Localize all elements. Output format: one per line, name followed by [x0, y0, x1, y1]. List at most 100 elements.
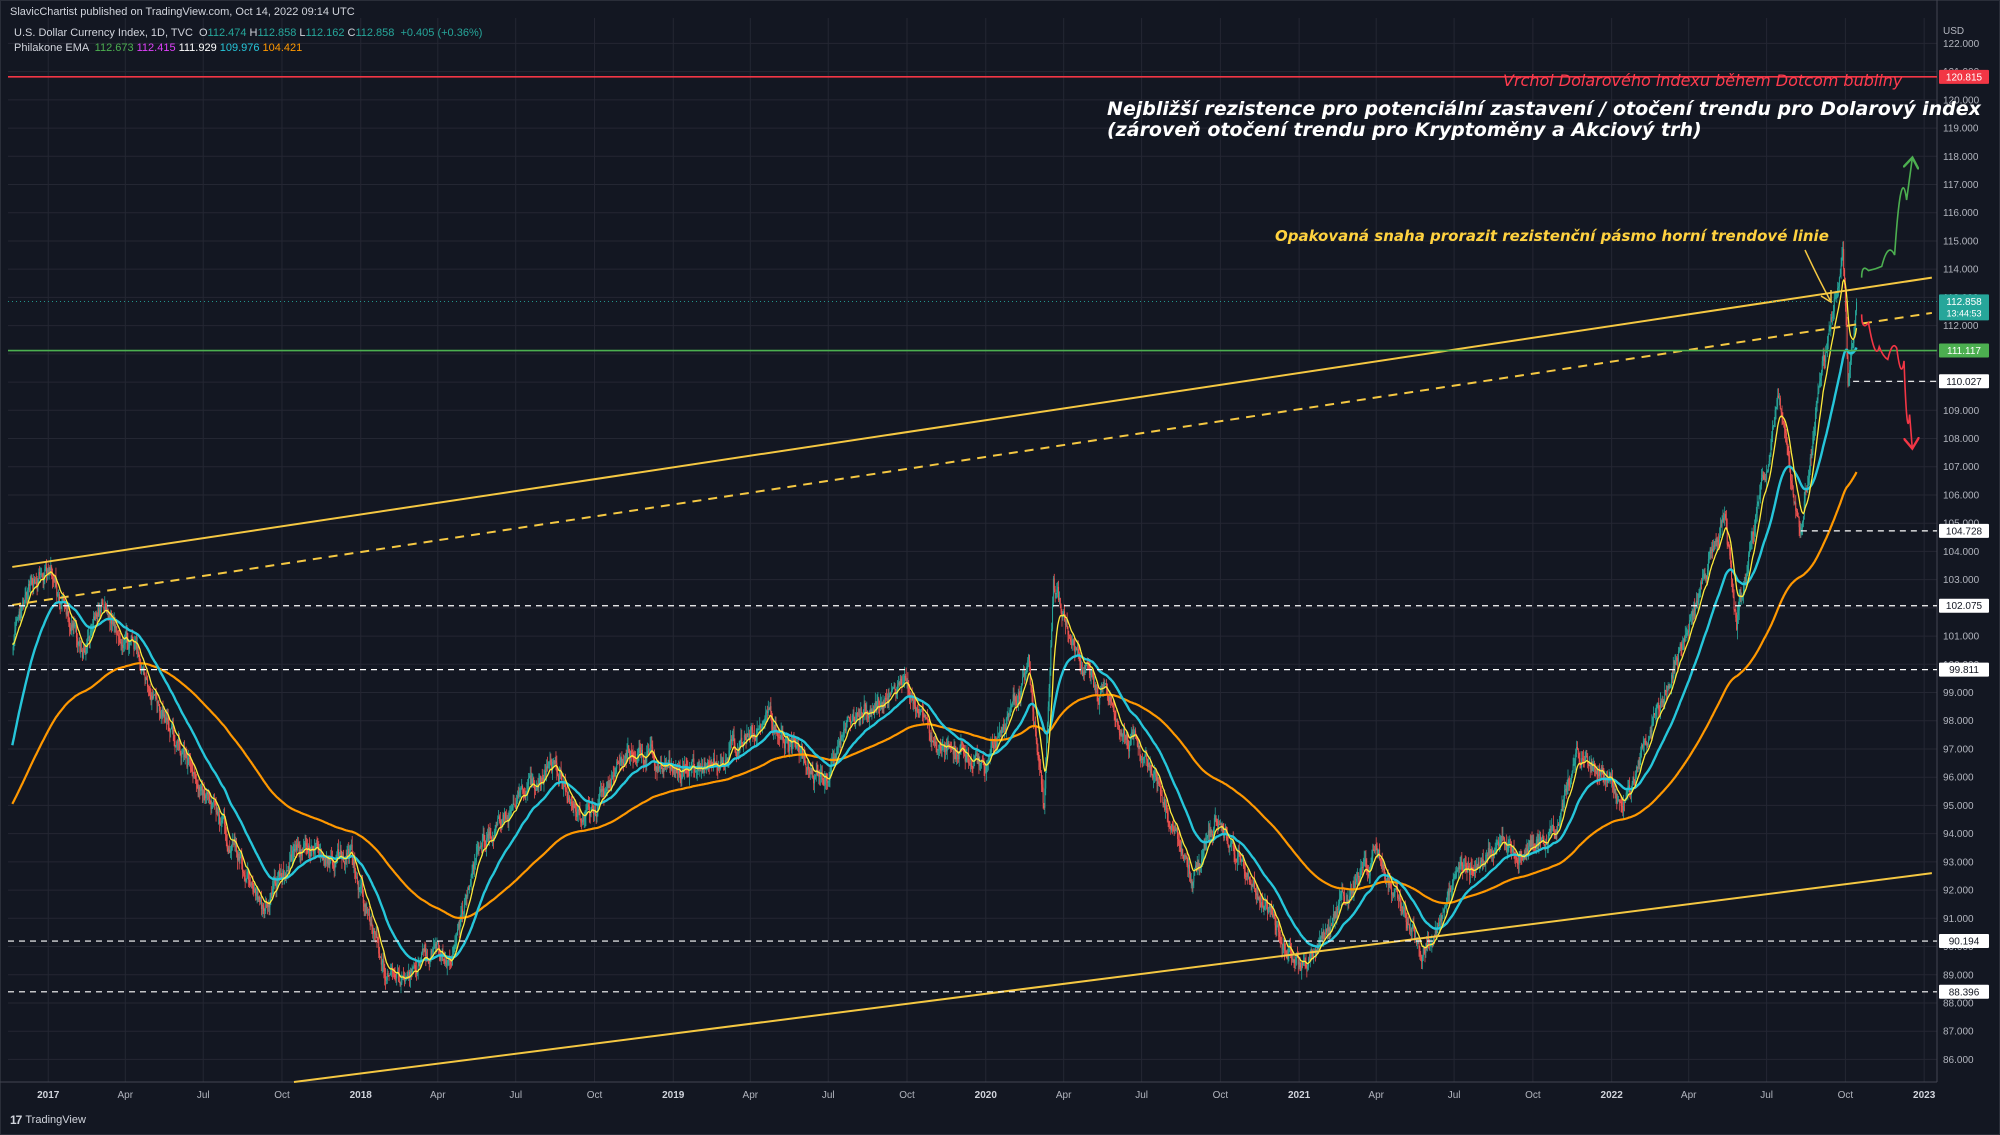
- candle: [136, 636, 138, 659]
- candle-body: [1356, 878, 1358, 882]
- candle: [522, 784, 524, 795]
- candle-body: [528, 778, 530, 784]
- candle-body: [1245, 876, 1247, 878]
- candle-body: [651, 744, 653, 747]
- candle-body: [574, 803, 576, 809]
- candle: [473, 861, 475, 875]
- candle: [866, 701, 868, 722]
- candle: [756, 720, 758, 747]
- candle-body: [291, 855, 293, 861]
- candle: [719, 753, 721, 771]
- candle: [305, 834, 307, 855]
- candle: [279, 868, 281, 879]
- candle-body: [940, 750, 942, 751]
- candle-body: [1190, 879, 1192, 882]
- candle-body: [619, 761, 621, 766]
- candle-body: [708, 763, 710, 766]
- candle: [970, 753, 972, 770]
- candle-body: [39, 572, 41, 575]
- y-tick-label: 101.000: [1943, 632, 1980, 643]
- candle: [372, 924, 374, 939]
- candle-body: [200, 790, 202, 792]
- candle: [701, 759, 703, 774]
- candle-body: [221, 820, 223, 823]
- candle: [143, 666, 145, 676]
- candle-body: [730, 739, 732, 744]
- candle-body: [34, 579, 36, 584]
- candle: [1181, 841, 1183, 857]
- candle-body: [270, 892, 272, 899]
- candle: [83, 645, 85, 653]
- candle-body: [764, 717, 766, 722]
- candle-body: [199, 786, 201, 791]
- candle-body: [730, 739, 732, 742]
- candle: [814, 774, 816, 780]
- candle-body: [970, 763, 972, 766]
- candle: [574, 801, 576, 809]
- candle: [1040, 770, 1042, 793]
- candle-body: [889, 694, 891, 697]
- candle-body: [293, 848, 295, 851]
- candle: [87, 627, 89, 641]
- candle: [1301, 961, 1303, 980]
- candle-body: [766, 711, 768, 713]
- candle: [1318, 937, 1320, 950]
- candle: [513, 794, 515, 806]
- candle: [348, 842, 350, 864]
- candle-body: [28, 584, 30, 587]
- candle-body: [484, 840, 486, 846]
- candle: [491, 836, 493, 843]
- candle: [839, 731, 841, 753]
- candle: [869, 705, 871, 718]
- candle-body: [62, 599, 64, 601]
- candle: [766, 709, 768, 722]
- candle-body: [582, 819, 584, 823]
- candle-body: [1037, 751, 1039, 758]
- candle-body: [219, 823, 221, 825]
- candle-body: [315, 842, 317, 847]
- candle: [550, 753, 552, 766]
- candle: [218, 810, 220, 832]
- candle-body: [721, 760, 723, 764]
- candle-body: [474, 861, 476, 863]
- candle: [1007, 707, 1009, 721]
- candle-body: [1136, 739, 1138, 746]
- candle-body: [557, 771, 559, 776]
- candle: [379, 947, 381, 960]
- candle-body: [23, 600, 25, 605]
- candle-body: [1115, 719, 1117, 721]
- candle: [261, 902, 263, 918]
- candle-body: [1267, 907, 1269, 913]
- candle: [1082, 667, 1084, 680]
- candle: [1097, 686, 1099, 710]
- candle-body: [847, 716, 849, 722]
- candle-body: [82, 648, 84, 658]
- candle: [43, 572, 45, 590]
- candle: [307, 839, 309, 854]
- candle-body: [772, 722, 774, 731]
- candle: [122, 636, 124, 655]
- candle: [1264, 893, 1266, 911]
- candle-body: [380, 956, 382, 965]
- candle: [164, 710, 166, 724]
- candle-body: [843, 728, 845, 731]
- candle-body: [41, 573, 43, 578]
- candle-body: [796, 745, 798, 748]
- candle-body: [337, 849, 339, 858]
- candle: [1024, 671, 1026, 681]
- candle: [380, 953, 382, 972]
- candle-body: [1300, 967, 1302, 971]
- candle: [1251, 883, 1253, 893]
- candle-body: [885, 698, 887, 700]
- grid-lines: [8, 18, 1937, 1082]
- candle-body: [872, 709, 874, 712]
- candle-body: [1158, 781, 1160, 784]
- candle: [1401, 902, 1403, 916]
- price-chart[interactable]: USD86.00087.00088.00089.00090.00091.0009…: [0, 0, 2000, 1135]
- candle-body: [113, 622, 115, 625]
- candle-body: [811, 767, 813, 774]
- candle: [181, 748, 183, 765]
- candle: [293, 844, 295, 861]
- candle: [1195, 860, 1197, 871]
- candle-body: [1292, 959, 1294, 961]
